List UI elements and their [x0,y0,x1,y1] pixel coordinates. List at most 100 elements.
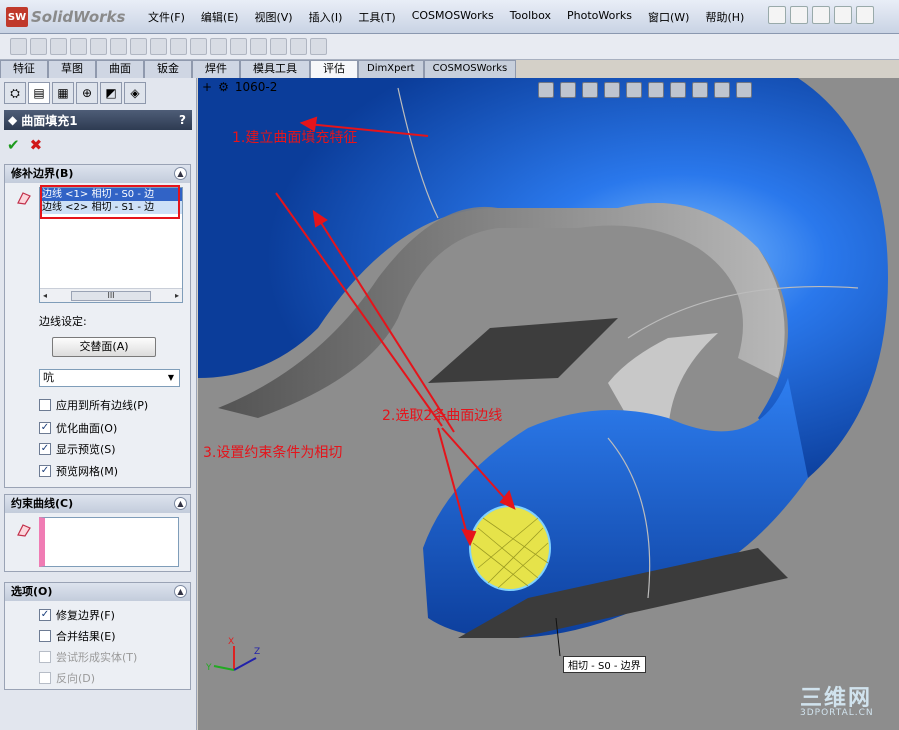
menu-edit[interactable]: 编辑(E) [193,9,247,25]
optimize-surface-checkbox[interactable]: ✓ 优化曲面(O) [39,420,117,436]
graphics-viewport[interactable]: X Z Y + ⚙ 1060-2 [198,78,899,730]
show-preview-checkbox[interactable]: ✓ 显示预览(S) [39,441,116,457]
patch-boundary-title[interactable]: 修补边界(B) ▲ [5,165,190,183]
equations-icon[interactable] [130,38,147,55]
previous-view-icon[interactable] [582,82,598,98]
hide-show-icon[interactable] [670,82,686,98]
menu-toolbox[interactable]: Toolbox [502,9,559,25]
tab-sketch[interactable]: 草图 [48,60,96,78]
appearance-icon[interactable]: ◈ [124,82,146,104]
undercut-icon[interactable] [210,38,227,55]
collapse-up-icon[interactable]: ▲ [174,497,187,510]
feature-manager-icon[interactable]: ⛭ [4,82,26,104]
tab-evaluate[interactable]: 评估 [310,60,358,78]
evaluate-toolbar [0,34,899,60]
tab-sheet-metal[interactable]: 钣金 [144,60,192,78]
mass-properties-icon[interactable] [30,38,47,55]
tangent-callout[interactable]: 相切 - S0 - 边界 [563,656,646,673]
cancel-button[interactable]: ✖ [30,136,43,154]
apply-all-edges-checkbox[interactable]: 应用到所有边线(P) [39,397,148,413]
curvature-icon[interactable] [190,38,207,55]
checkmark-icon[interactable]: ✓ [39,465,51,477]
thickness-icon[interactable] [250,38,267,55]
view-settings-icon[interactable] [736,82,752,98]
scroll-thumb[interactable]: III [71,290,151,301]
help-button[interactable]: ? [179,113,186,127]
collapse-up-icon[interactable]: ▲ [174,167,187,180]
display-manager-icon[interactable]: ◩ [100,82,122,104]
new-document-icon[interactable] [768,6,786,24]
document-title: + ⚙ 1060-2 [202,80,277,94]
property-manager-icon[interactable]: ▤ [28,82,50,104]
zoom-area-icon[interactable] [560,82,576,98]
compare-icon[interactable] [290,38,307,55]
horizontal-scrollbar[interactable]: ◂ III ▸ [40,288,182,302]
chevron-down-icon[interactable]: ▼ [165,372,177,384]
ok-button[interactable]: ✔ [7,136,20,154]
checkmark-icon[interactable]: ✓ [39,609,51,621]
sensor-icon[interactable] [70,38,87,55]
annotation-set-tangent: 3.设置约束条件为相切 [203,445,343,461]
preview-mesh-label: 预览网格(M) [56,465,119,478]
checkbox-icon[interactable] [39,630,51,642]
collapse-up-icon[interactable]: ▲ [174,585,187,598]
tab-weldments[interactable]: 焊件 [192,60,240,78]
heads-up-view-toolbar [538,82,752,98]
fix-boundary-checkbox[interactable]: ✓ 修复边界(F) [39,607,115,623]
menu-tools[interactable]: 工具(T) [350,9,403,25]
rebuild-icon[interactable] [856,6,874,24]
view-orientation-icon[interactable] [626,82,642,98]
reverse-label: 反向(D) [56,672,96,685]
zebra-stripes-icon[interactable] [170,38,187,55]
dimxpert-manager-icon[interactable]: ⊕ [76,82,98,104]
parting-line-icon[interactable] [230,38,247,55]
tab-cosmosworks[interactable]: COSMOSWorks [423,60,517,78]
preview-mesh-checkbox[interactable]: ✓ 预览网格(M) [39,463,118,479]
checkbox-icon[interactable] [39,399,51,411]
check-icon[interactable] [90,38,107,55]
menu-help[interactable]: 帮助(H) [697,9,752,25]
menu-photoworks[interactable]: PhotoWorks [559,9,640,25]
menu-view[interactable]: 视图(V) [246,9,300,25]
measure-icon[interactable] [10,38,27,55]
menu-insert[interactable]: 插入(I) [301,9,351,25]
section-properties-icon[interactable] [50,38,67,55]
tab-dimxpert[interactable]: DimXpert [358,60,424,78]
options-title[interactable]: 选项(O) ▲ [5,583,190,601]
display-style-icon[interactable] [648,82,664,98]
open-folder-icon[interactable] [790,6,808,24]
symmetry-icon[interactable] [270,38,287,55]
tab-features[interactable]: 特征 [0,60,48,78]
apply-scene-icon[interactable] [714,82,730,98]
plus-icon[interactable]: + [202,80,212,94]
checkmark-icon[interactable]: ✓ [39,443,51,455]
checkmark-icon[interactable]: ✓ [39,422,51,434]
menu-window[interactable]: 窗口(W) [640,9,697,25]
tab-surfaces[interactable]: 曲面 [96,60,144,78]
constraint-curves-title[interactable]: 约束曲线(C) ▲ [5,495,190,513]
feature-title: 曲面填充1 [21,113,78,128]
scroll-left-icon[interactable]: ◂ [43,291,47,300]
merge-result-checkbox[interactable]: 合并结果(E) [39,628,116,644]
feature-title-bar: ◆ 曲面填充1 ? [4,110,192,130]
filled-surface-icon: ◆ [8,113,18,127]
zoom-to-fit-icon[interactable] [538,82,554,98]
print-icon[interactable] [834,6,852,24]
draft-analysis-icon[interactable] [150,38,167,55]
menu-file[interactable]: 文件(F) [140,9,193,25]
curvature-control-select[interactable]: 吭 ▼ [39,369,180,387]
geometry-analysis-icon[interactable] [110,38,127,55]
menu-cosmosworks[interactable]: COSMOSWorks [404,9,502,25]
scroll-right-icon[interactable]: ▸ [175,291,179,300]
model-render[interactable]: X Z Y [198,78,899,730]
merge-result-label: 合并结果(E) [56,630,116,643]
save-icon[interactable] [812,6,830,24]
statistics-icon[interactable] [310,38,327,55]
edit-appearance-icon[interactable] [692,82,708,98]
constraint-curve-list[interactable] [39,517,179,567]
tab-mold-tools[interactable]: 模具工具 [240,60,310,78]
configuration-manager-icon[interactable]: ▦ [52,82,74,104]
alternate-face-button[interactable]: 交替面(A) [52,337,156,357]
section-view-icon[interactable] [604,82,620,98]
annotation-create-fill-surface: 1.建立曲面填充特征 [232,130,358,146]
